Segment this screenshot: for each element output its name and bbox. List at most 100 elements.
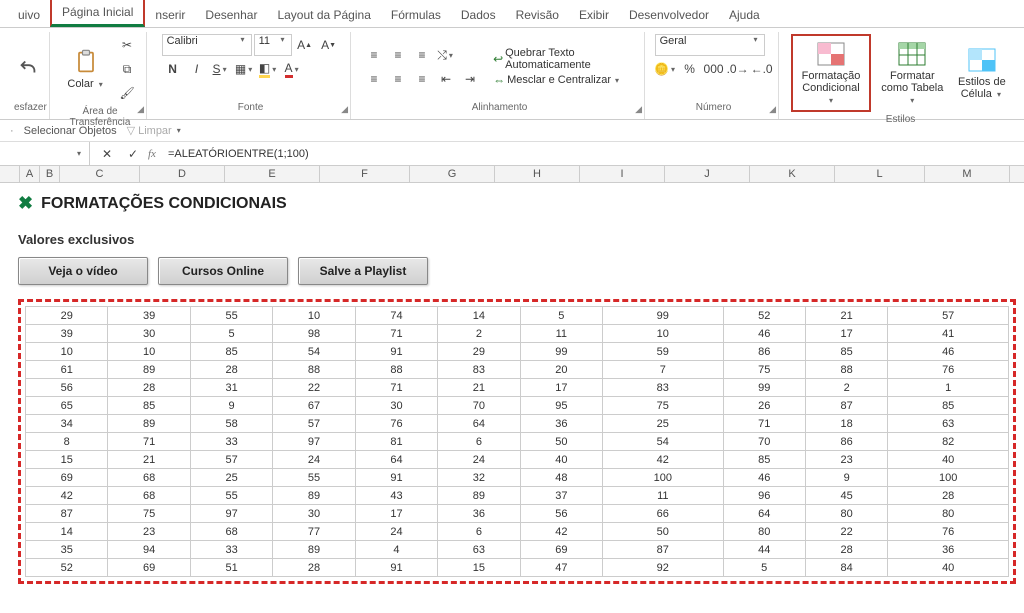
table-cell[interactable]: 85	[108, 397, 190, 415]
name-box[interactable]: ▾	[0, 142, 90, 165]
table-cell[interactable]: 56	[26, 379, 108, 397]
format-as-table-button[interactable]: Formatar como Tabela ▾	[877, 38, 948, 108]
comma-style-button[interactable]: 000	[703, 58, 725, 80]
table-cell[interactable]: 81	[355, 433, 437, 451]
fx-icon[interactable]: fx	[148, 148, 156, 160]
table-cell[interactable]: 71	[723, 415, 805, 433]
column-header[interactable]: J	[665, 166, 750, 182]
table-cell[interactable]: 85	[723, 451, 805, 469]
tab-draw[interactable]: Desenhar	[195, 3, 267, 27]
table-cell[interactable]: 96	[723, 487, 805, 505]
table-cell[interactable]: 50	[603, 523, 723, 541]
column-header[interactable]: B	[40, 166, 60, 182]
table-cell[interactable]: 87	[26, 505, 108, 523]
table-cell[interactable]: 41	[888, 325, 1009, 343]
table-cell[interactable]: 86	[805, 433, 887, 451]
table-cell[interactable]: 37	[520, 487, 602, 505]
table-cell[interactable]: 54	[273, 343, 355, 361]
table-cell[interactable]: 57	[888, 307, 1009, 325]
table-cell[interactable]: 52	[723, 307, 805, 325]
table-cell[interactable]: 6	[438, 523, 520, 541]
percent-button[interactable]: %	[679, 58, 701, 80]
table-cell[interactable]: 10	[26, 343, 108, 361]
table-cell[interactable]: 80	[723, 523, 805, 541]
table-cell[interactable]: 51	[190, 559, 272, 577]
font-launcher-icon[interactable]: ◢	[341, 104, 348, 115]
table-cell[interactable]: 76	[888, 523, 1009, 541]
table-row[interactable]: 69682555913248100469100	[26, 469, 1009, 487]
table-cell[interactable]: 88	[355, 361, 437, 379]
table-cell[interactable]: 5	[723, 559, 805, 577]
table-cell[interactable]: 36	[520, 415, 602, 433]
align-middle-button[interactable]: ≡	[387, 44, 409, 66]
table-cell[interactable]: 42	[26, 487, 108, 505]
table-cell[interactable]: 57	[190, 451, 272, 469]
table-cell[interactable]: 22	[273, 379, 355, 397]
table-cell[interactable]: 10	[108, 343, 190, 361]
undo-button[interactable]	[4, 51, 52, 83]
table-cell[interactable]: 28	[888, 487, 1009, 505]
table-cell[interactable]: 24	[355, 523, 437, 541]
table-cell[interactable]: 45	[805, 487, 887, 505]
table-cell[interactable]: 71	[355, 325, 437, 343]
table-cell[interactable]: 91	[355, 559, 437, 577]
table-row[interactable]: 8775973017365666648080	[26, 505, 1009, 523]
formula-input[interactable]: =ALEATÓRIOENTRE(1;100)	[162, 148, 1024, 160]
table-cell[interactable]: 88	[273, 361, 355, 379]
font-color-button[interactable]: A▾	[282, 58, 304, 80]
table-cell[interactable]: 69	[108, 559, 190, 577]
table-cell[interactable]: 8	[26, 433, 108, 451]
playlist-button[interactable]: Salve a Playlist	[298, 257, 428, 285]
table-cell[interactable]: 30	[355, 397, 437, 415]
table-cell[interactable]: 68	[108, 469, 190, 487]
table-cell[interactable]: 99	[520, 343, 602, 361]
column-header[interactable]: C	[60, 166, 140, 182]
increase-decimal-button[interactable]: .0→	[727, 58, 749, 80]
table-cell[interactable]: 46	[723, 325, 805, 343]
table-cell[interactable]: 11	[520, 325, 602, 343]
table-cell[interactable]: 10	[603, 325, 723, 343]
table-cell[interactable]: 80	[888, 505, 1009, 523]
table-cell[interactable]: 5	[520, 307, 602, 325]
tab-review[interactable]: Revisão	[506, 3, 569, 27]
table-cell[interactable]: 42	[603, 451, 723, 469]
alignment-launcher-icon[interactable]: ◢	[635, 104, 642, 115]
paste-button[interactable]: Colar ▾	[62, 46, 110, 92]
table-cell[interactable]: 63	[438, 541, 520, 559]
table-row[interactable]: 87133978165054708682	[26, 433, 1009, 451]
table-cell[interactable]: 67	[273, 397, 355, 415]
column-header[interactable]: A	[20, 166, 40, 182]
table-row[interactable]: 56283122712117839921	[26, 379, 1009, 397]
table-cell[interactable]: 58	[190, 415, 272, 433]
clipboard-launcher-icon[interactable]: ◢	[137, 104, 144, 115]
table-cell[interactable]: 36	[888, 541, 1009, 559]
table-cell[interactable]: 4	[355, 541, 437, 559]
table-cell[interactable]: 55	[190, 487, 272, 505]
table-row[interactable]: 293955107414599522157	[26, 307, 1009, 325]
table-cell[interactable]: 44	[723, 541, 805, 559]
table-cell[interactable]: 75	[603, 397, 723, 415]
fill-color-button[interactable]: ◧▾	[258, 58, 280, 80]
table-cell[interactable]: 15	[438, 559, 520, 577]
table-row[interactable]: 359433894636987442836	[26, 541, 1009, 559]
table-cell[interactable]: 89	[108, 415, 190, 433]
video-button[interactable]: Veja o vídeo	[18, 257, 148, 285]
table-cell[interactable]: 24	[273, 451, 355, 469]
tab-layout[interactable]: Layout da Página	[267, 3, 380, 27]
align-right-button[interactable]: ≡	[411, 68, 433, 90]
table-cell[interactable]: 29	[26, 307, 108, 325]
table-cell[interactable]: 63	[888, 415, 1009, 433]
table-cell[interactable]: 91	[355, 343, 437, 361]
table-cell[interactable]: 23	[108, 523, 190, 541]
table-cell[interactable]: 40	[520, 451, 602, 469]
table-cell[interactable]: 47	[520, 559, 602, 577]
table-cell[interactable]: 70	[723, 433, 805, 451]
data-table[interactable]: 2939551074145995221573930598712111046174…	[25, 306, 1009, 577]
align-top-button[interactable]: ≡	[363, 44, 385, 66]
table-cell[interactable]: 71	[108, 433, 190, 451]
format-painter-button[interactable]: 🖌	[116, 82, 138, 104]
border-button[interactable]: ▦▾	[234, 58, 256, 80]
table-cell[interactable]: 80	[805, 505, 887, 523]
table-cell[interactable]: 59	[603, 343, 723, 361]
table-cell[interactable]: 86	[723, 343, 805, 361]
